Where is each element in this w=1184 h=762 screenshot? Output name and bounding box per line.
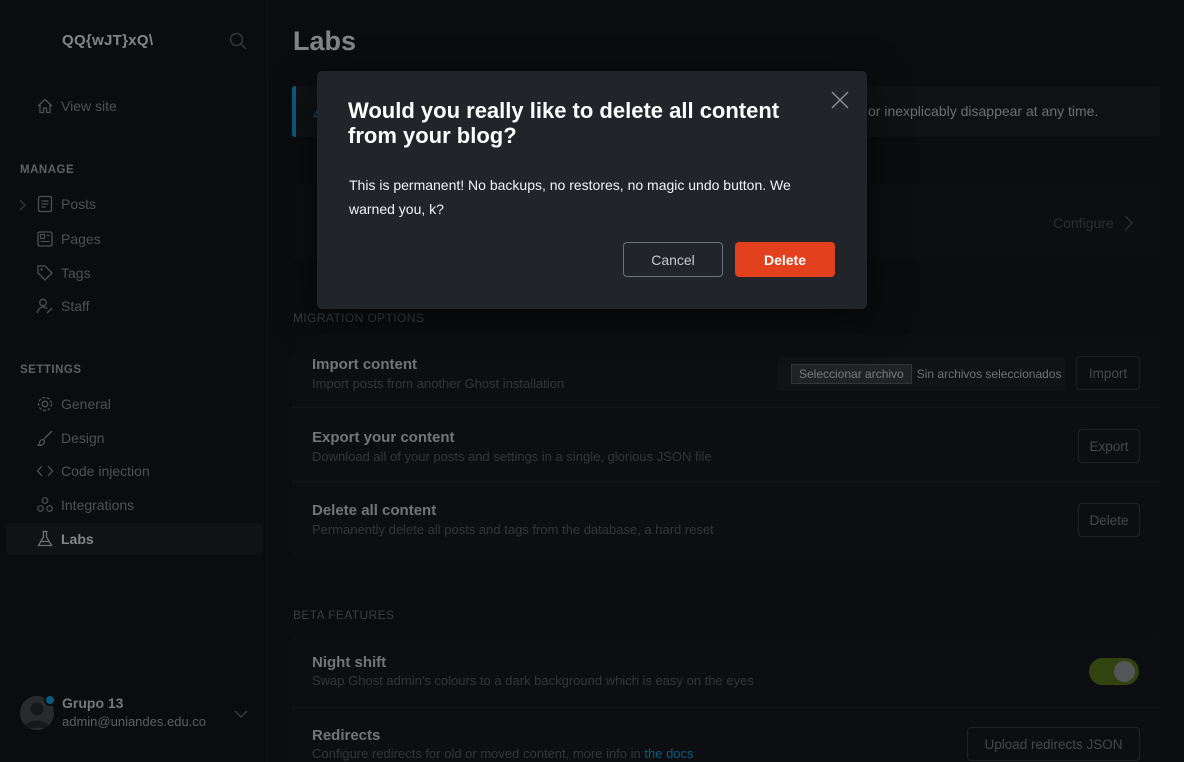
close-icon[interactable] xyxy=(829,89,851,111)
modal-body: This is permanent! No backups, no restor… xyxy=(349,177,791,217)
cancel-button[interactable]: Cancel xyxy=(623,242,723,277)
modal-title: Would you really like to delete all cont… xyxy=(348,98,780,148)
confirm-delete-button[interactable]: Delete xyxy=(735,242,835,277)
delete-confirm-modal: Would you really like to delete all cont… xyxy=(317,71,867,309)
